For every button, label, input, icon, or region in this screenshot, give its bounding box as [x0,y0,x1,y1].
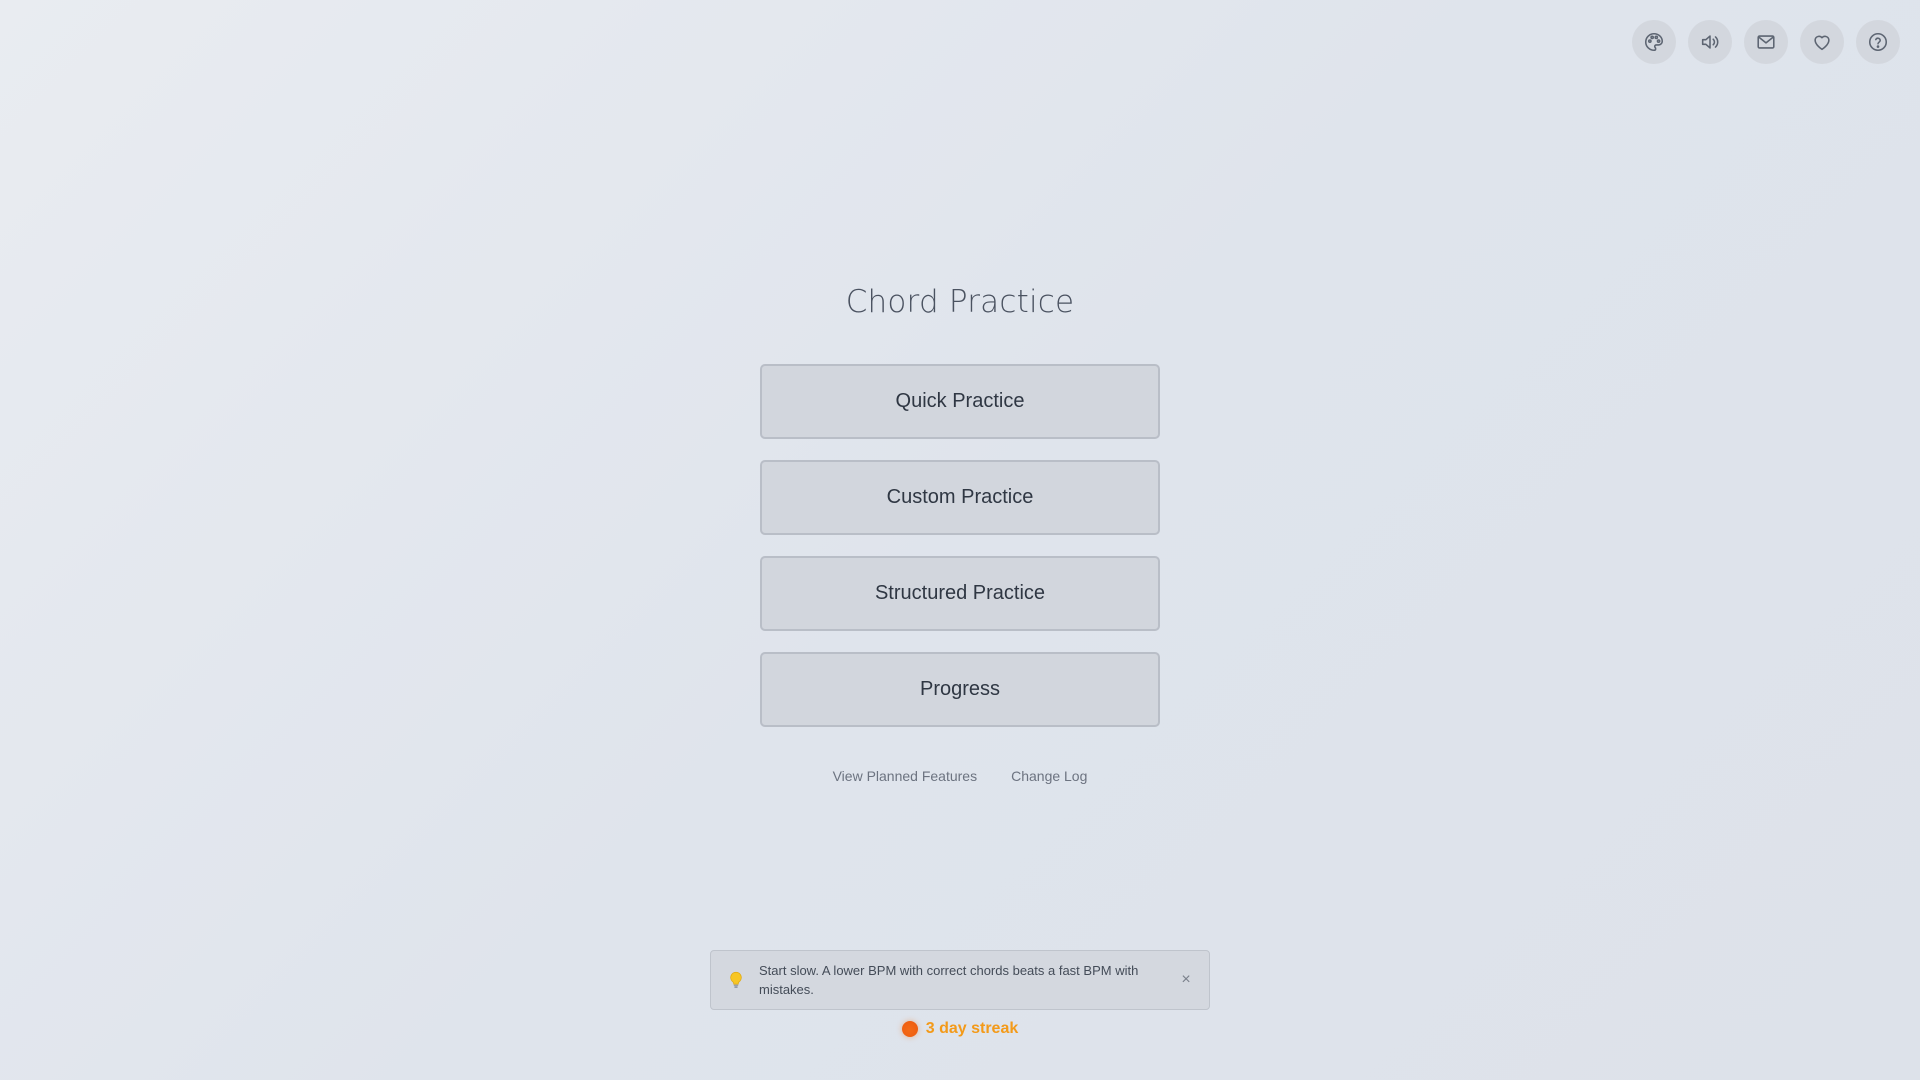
footer-links: View Planned Features Change Log [0,768,1920,784]
structured-practice-button[interactable]: Structured Practice [760,556,1160,631]
page-title: Chord Practice [845,284,1075,320]
custom-practice-button[interactable]: Custom Practice [760,460,1160,535]
top-toolbar [1632,20,1900,64]
close-icon[interactable]: × [1177,971,1195,989]
streak-text: 3 day streak [925,1020,1019,1037]
mail-icon [1757,35,1775,49]
support-button[interactable] [1800,20,1844,64]
quick-practice-button[interactable]: Quick Practice [760,364,1160,439]
volume-icon [1701,35,1719,49]
planned-features-link[interactable]: View Planned Features [833,768,978,784]
heart-icon [1814,35,1830,51]
palette-button[interactable] [1632,20,1676,64]
change-log-link[interactable]: Change Log [1011,768,1087,784]
lightbulb-icon [730,971,742,988]
help-button[interactable] [1856,20,1900,64]
progress-button[interactable]: Progress [760,652,1160,727]
sound-button[interactable] [1688,20,1732,64]
streak-indicator: 3 day streak [0,1020,1920,1038]
tip-text: Start slow. A lower BPM with correct cho… [759,963,1139,997]
help-icon [1868,32,1888,52]
palette-icon [1645,32,1664,52]
tip-banner: Start slow. A lower BPM with correct cho… [710,950,1210,1010]
contact-button[interactable] [1744,20,1788,64]
main-menu: Quick Practice Custom Practice Structure… [760,364,1160,727]
flame-icon [901,1021,918,1037]
